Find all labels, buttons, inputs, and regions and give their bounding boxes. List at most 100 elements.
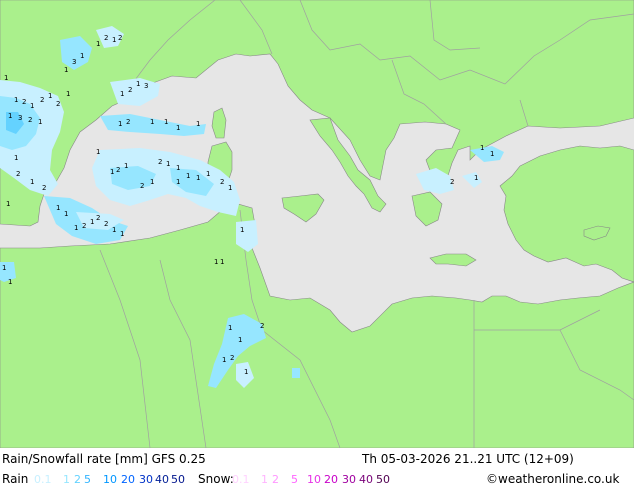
snow-legend-label: Snow: [198,472,234,486]
rain-key: 10 [103,473,117,486]
snow-key: 5 [291,473,298,486]
map-label-1: 1 [74,224,78,232]
map-label-2: 2 [56,100,60,108]
map-label-1: 1 [4,74,8,82]
map-label-1: 1 [150,118,154,126]
map-label-2: 2 [96,214,100,222]
map-label-1: 1 [136,80,140,88]
map-label-1: 1 [166,160,170,168]
map-label-2: 2 [158,158,162,166]
map-label-3: 3 [72,58,76,66]
snow-key: 1 [261,473,268,486]
map-label-2: 2 [40,96,44,104]
map-label-2: 2 [450,178,454,186]
map-label-1: 1 [112,226,116,234]
map-label-1: 1 [220,258,224,266]
map-label-1: 1 [90,218,94,226]
map-label-2: 2 [16,170,20,178]
map-label-1: 1 [8,112,12,120]
map-label-1: 1 [228,324,232,332]
map-label-1: 1 [164,118,168,126]
map-label-1: 1 [80,52,84,60]
rain-key: 2 [74,473,81,486]
map-label-2: 2 [42,184,46,192]
rain-key: 30 [139,473,153,486]
weather-map-page: 1 1 2 1 2 1 2 1 3 2 1 1 1 2 1 2 1 1 3 1 … [0,0,634,490]
snow-key: 20 [324,473,338,486]
credit: ©weatheronline.co.uk [486,472,620,486]
map-label-3: 3 [18,114,22,122]
snow-key: 2 [272,473,279,486]
map-title: Rain/Snowfall rate [mm] GFS 0.25 [2,452,206,466]
map-label-1: 1 [214,258,218,266]
map-label-1: 1 [150,178,154,186]
map-label-1: 1 [30,178,34,186]
rain-key: 40 [155,473,169,486]
map-label-1: 1 [96,148,100,156]
map-label-1: 1 [110,168,114,176]
map-label-2: 2 [126,118,130,126]
precipitation-map: 1 1 2 1 2 1 2 1 3 2 1 1 1 2 1 2 1 1 3 1 … [0,0,634,448]
map-label-1: 1 [64,66,68,74]
map-label-1: 1 [176,178,180,186]
map-label-2: 2 [118,34,122,42]
map-label-1: 1 [30,102,34,110]
snow-key: 50 [376,473,390,486]
map-label-1: 1 [244,368,248,376]
map-label-1: 1 [120,230,124,238]
map-label-1: 1 [240,226,244,234]
map-label-1: 1 [196,174,200,182]
map-label-1: 1 [96,40,100,48]
snow-key: 0.1 [232,473,250,486]
header-bar: Rain/Snowfall rate [mm] GFS 0.25 Th 05-0… [0,449,634,470]
map-label-1: 1 [186,172,190,180]
map-label-1: 1 [8,278,12,286]
map-label-1: 1 [38,118,42,126]
map-label-1: 1 [222,356,226,364]
map-label-1: 1 [56,204,60,212]
map-label-2: 2 [260,322,264,330]
map-label-1: 1 [176,124,180,132]
map-label-1: 1 [196,120,200,128]
map-label-1: 1 [6,200,10,208]
map-label-1: 1 [14,154,18,162]
map-label-2: 2 [140,182,144,190]
snow-key: 40 [359,473,373,486]
snow-key: 30 [342,473,356,486]
map-label-2: 2 [104,220,108,228]
snow-key: 10 [307,473,321,486]
map-label-1: 1 [490,150,494,158]
map-label-1: 1 [2,264,6,272]
map-label-2: 2 [22,98,26,106]
map-label-1: 1 [176,164,180,172]
map-label-1: 1 [118,120,122,128]
rain-key: 0.1 [34,473,52,486]
map-label-1: 1 [66,90,70,98]
map-label-2: 2 [128,86,132,94]
map-label-2: 2 [82,222,86,230]
map-label-1: 1 [120,90,124,98]
map-label-1: 1 [14,96,18,104]
map-label-1: 1 [474,174,478,182]
map-label-1: 1 [238,336,242,344]
map-label-2: 2 [220,178,224,186]
rain-key: 1 [63,473,70,486]
map-label-1: 1 [206,170,210,178]
map-label-3: 3 [144,82,148,90]
legend-bar: Rain 0.1 1 2 5 10 20 30 40 50 Snow: 0.1 1 2 5 10 20 30… [0,469,634,490]
map-label-1: 1 [48,92,52,100]
map-label-2: 2 [230,354,234,362]
rain-key: 5 [84,473,91,486]
map-label-1: 1 [228,184,232,192]
rain-area [292,368,300,378]
valid-time: Th 05-03-2026 21..21 UTC (12+09) [362,452,574,466]
map-label-2: 2 [104,34,108,42]
map-label-1: 1 [64,210,68,218]
rain-key: 20 [121,473,135,486]
map-label-1: 1 [124,162,128,170]
rain-key: 50 [171,473,185,486]
map-label-1: 1 [112,36,116,44]
map-label-2: 2 [28,116,32,124]
map-label-2: 2 [116,166,120,174]
map-label-1: 1 [480,144,484,152]
